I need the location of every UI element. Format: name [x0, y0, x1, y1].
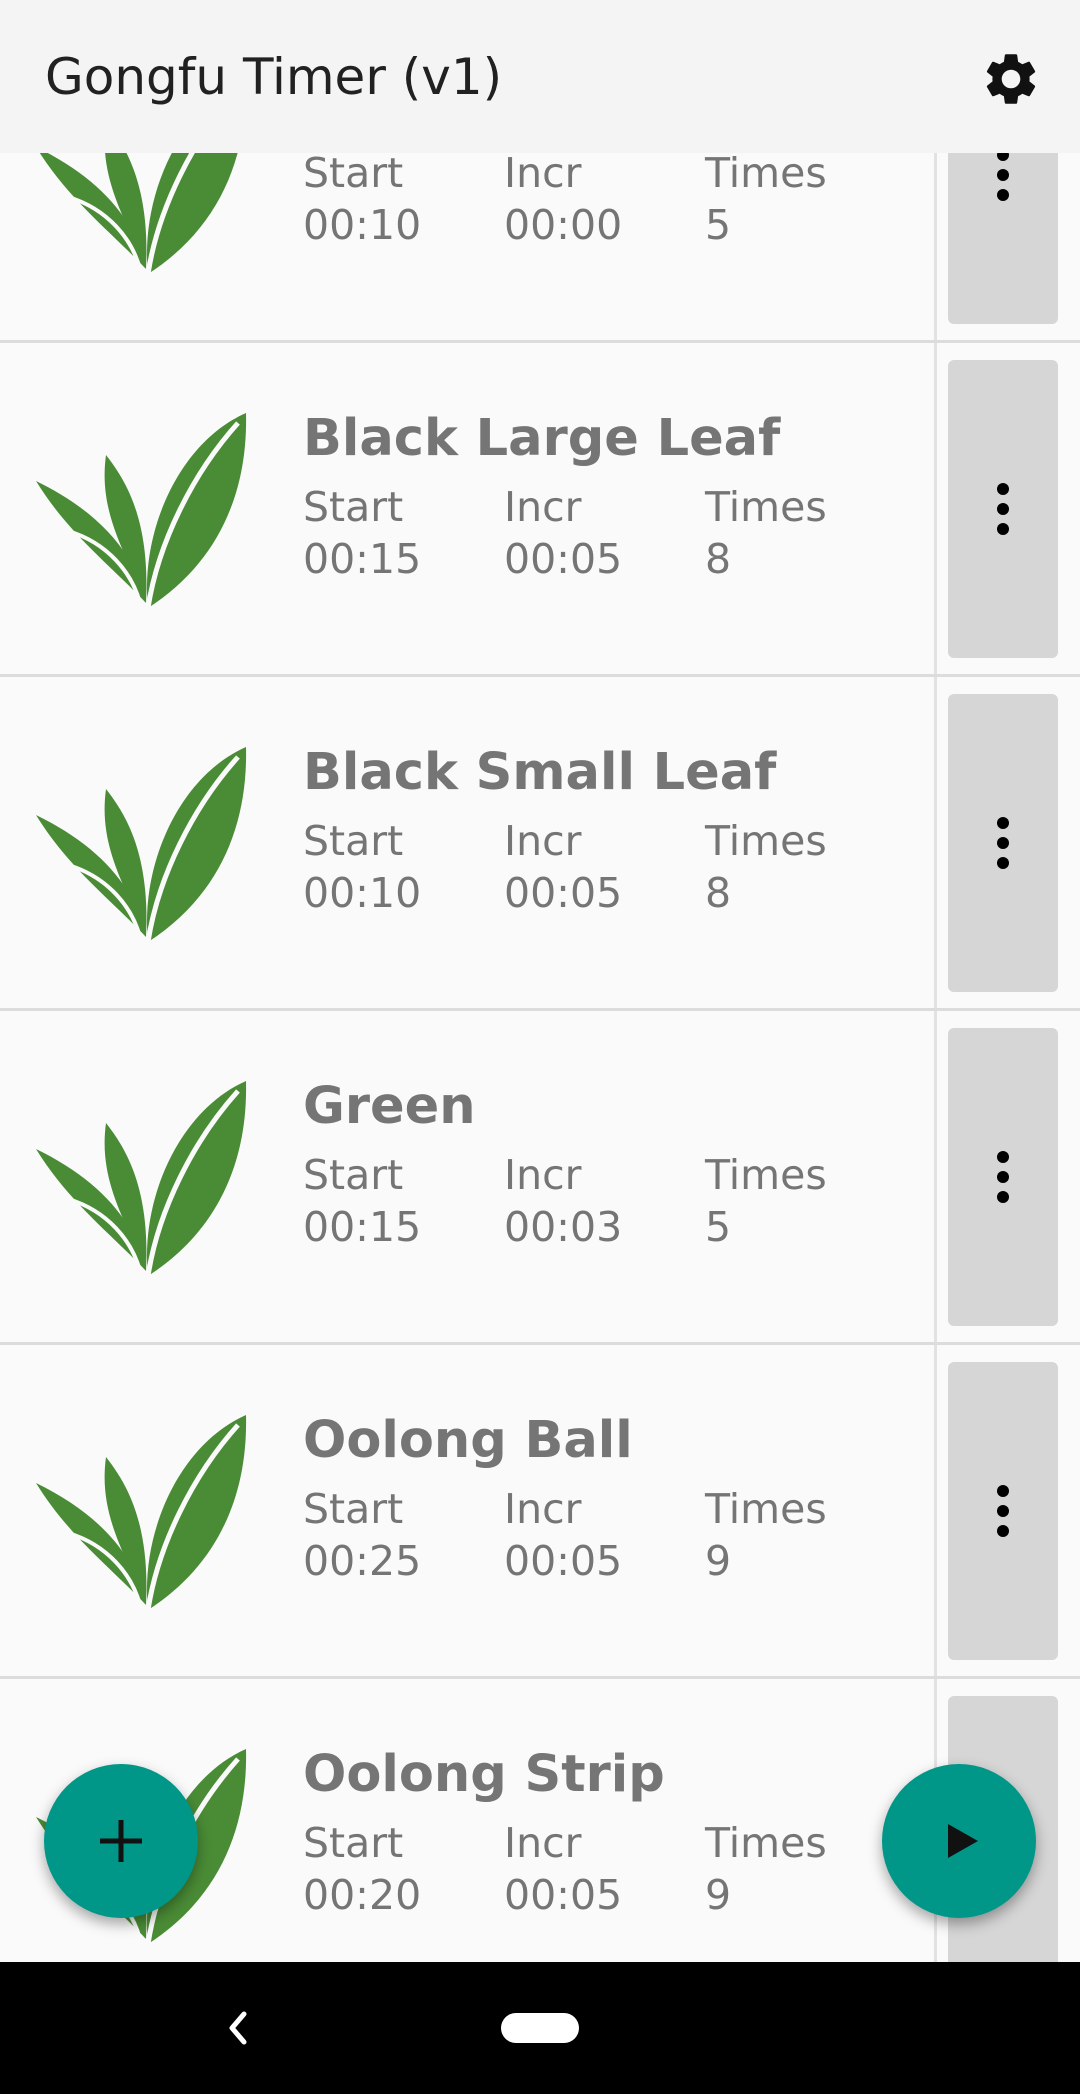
divider: [934, 1011, 937, 1345]
times-stat: Times 5: [705, 1151, 827, 1251]
back-icon[interactable]: [222, 2004, 252, 2052]
times-stat: Times 5: [705, 149, 827, 249]
times-stat: Times 9: [705, 1485, 827, 1585]
tea-name: Oolong Strip: [303, 1745, 665, 1804]
tea-name: Oolong Ball: [303, 1411, 633, 1470]
times-stat: Times 8: [705, 817, 827, 917]
times-stat: Times 9: [705, 1819, 827, 1919]
tea-row[interactable]: Oolong Ball Start 00:25 Incr 00:05 Times 9: [0, 1345, 1080, 1679]
start-stat: Start 00:15: [303, 1151, 422, 1251]
divider: [934, 343, 937, 677]
more-options-button[interactable]: [948, 694, 1058, 992]
play-icon: [948, 1824, 978, 1858]
plus-icon: [100, 1820, 142, 1862]
tea-row[interactable]: Black Small Leaf Start 00:10 Incr 00:05 Ti…: [0, 677, 1080, 1011]
page-title: Gongfu Timer (v1): [45, 48, 503, 106]
tea-list[interactable]: Start 00:10 Incr 00:00 Times 5 Black Large …: [0, 0, 1080, 1962]
divider: [934, 1345, 937, 1679]
start-timer-button[interactable]: [882, 1764, 1036, 1918]
incr-stat: Incr 00:03: [504, 1151, 623, 1251]
tea-leaf-icon: [36, 747, 247, 943]
tea-name: Black Small Leaf: [303, 743, 777, 802]
tea-leaf-icon: [36, 413, 247, 609]
tea-name: Green: [303, 1077, 476, 1136]
more-vert-icon: [997, 1485, 1009, 1537]
start-stat: Start 00:15: [303, 483, 422, 583]
tea-leaf-icon: [36, 1081, 247, 1277]
start-stat: Start 00:25: [303, 1485, 422, 1585]
incr-stat: Incr 00:00: [504, 149, 623, 249]
divider: [934, 677, 937, 1011]
home-pill[interactable]: [501, 2013, 579, 2043]
more-options-button[interactable]: [948, 1028, 1058, 1326]
incr-stat: Incr 00:05: [504, 483, 623, 583]
more-options-button[interactable]: [948, 360, 1058, 658]
incr-stat: Incr 00:05: [504, 817, 623, 917]
app-bar: Gongfu Timer (v1): [0, 0, 1080, 153]
incr-stat: Incr 00:05: [504, 1485, 623, 1585]
tea-leaf-icon: [36, 1415, 247, 1611]
add-tea-button[interactable]: [44, 1764, 198, 1918]
more-options-button[interactable]: [948, 1362, 1058, 1660]
more-vert-icon: [997, 483, 1009, 535]
tea-row[interactable]: Black Large Leaf Start 00:15 Incr 00:05 Ti…: [0, 343, 1080, 677]
tea-row[interactable]: Green Start 00:15 Incr 00:03 Times 5: [0, 1011, 1080, 1345]
times-stat: Times 8: [705, 483, 827, 583]
start-stat: Start 00:10: [303, 149, 422, 249]
more-vert-icon: [997, 1151, 1009, 1203]
start-stat: Start 00:10: [303, 817, 422, 917]
tea-name: Black Large Leaf: [303, 409, 781, 468]
more-vert-icon: [997, 149, 1009, 201]
gear-icon[interactable]: [980, 48, 1042, 110]
more-vert-icon: [997, 817, 1009, 869]
system-nav-bar: [0, 1962, 1080, 2094]
start-stat: Start 00:20: [303, 1819, 422, 1919]
incr-stat: Incr 00:05: [504, 1819, 623, 1919]
